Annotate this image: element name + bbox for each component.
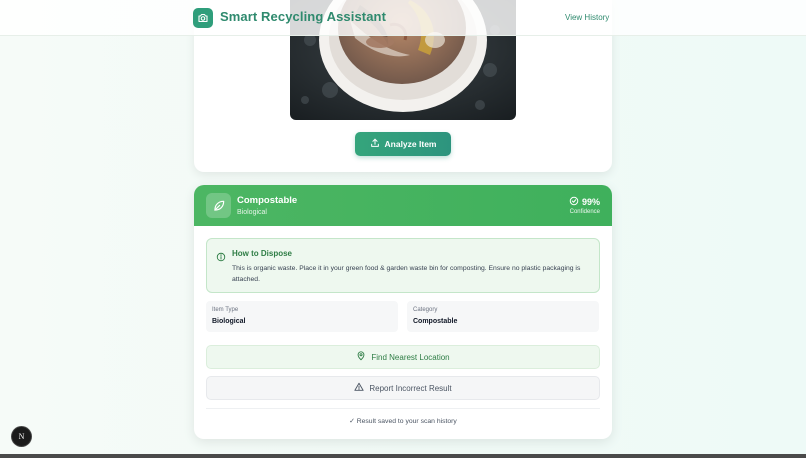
- camera-icon: [193, 8, 213, 28]
- dev-tools-badge[interactable]: N: [12, 427, 31, 446]
- app-header: Smart Recycling Assistant View History: [0, 0, 806, 36]
- category-box: Category Compostable: [407, 301, 599, 332]
- confidence-label: Confidence: [569, 209, 600, 215]
- confidence: 99%: [569, 196, 600, 208]
- dispose-instructions: How to Dispose This is organic waste. Pl…: [206, 238, 600, 293]
- result-card: Compostable Biological 99% Confidence Ho…: [194, 185, 612, 439]
- window-bottom-edge: [0, 454, 806, 458]
- item-type-value: Biological: [212, 318, 246, 325]
- result-title: Compostable: [237, 195, 298, 206]
- find-location-button[interactable]: Find Nearest Location: [206, 345, 600, 369]
- info-icon: [216, 249, 226, 267]
- warning-icon: [354, 382, 364, 394]
- report-button[interactable]: Report Incorrect Result: [206, 376, 600, 400]
- result-header: Compostable Biological 99% Confidence: [194, 185, 612, 226]
- upload-icon: [370, 138, 380, 150]
- analyze-button[interactable]: Analyze Item: [355, 132, 451, 156]
- category-label: Category: [413, 307, 438, 313]
- map-pin-icon: [356, 351, 366, 363]
- analyze-button-label: Analyze Item: [384, 139, 437, 149]
- divider: [206, 408, 600, 409]
- app-title: Smart Recycling Assistant: [220, 9, 387, 24]
- dispose-title: How to Dispose: [232, 249, 293, 258]
- check-circle-icon: [569, 196, 579, 208]
- dispose-text: This is organic waste. Place it in your …: [232, 265, 581, 283]
- saved-note: ✓ Result saved to your scan history: [349, 418, 457, 425]
- view-history-link[interactable]: View History: [565, 13, 609, 22]
- item-type-box: Item Type Biological: [206, 301, 398, 332]
- item-type-label: Item Type: [212, 307, 239, 313]
- confidence-value: 99%: [581, 197, 600, 207]
- leaf-icon: [206, 193, 231, 218]
- category-value: Compostable: [413, 318, 458, 325]
- find-location-label: Find Nearest Location: [371, 352, 450, 362]
- result-subtitle: Biological: [237, 209, 267, 216]
- report-label: Report Incorrect Result: [369, 383, 452, 393]
